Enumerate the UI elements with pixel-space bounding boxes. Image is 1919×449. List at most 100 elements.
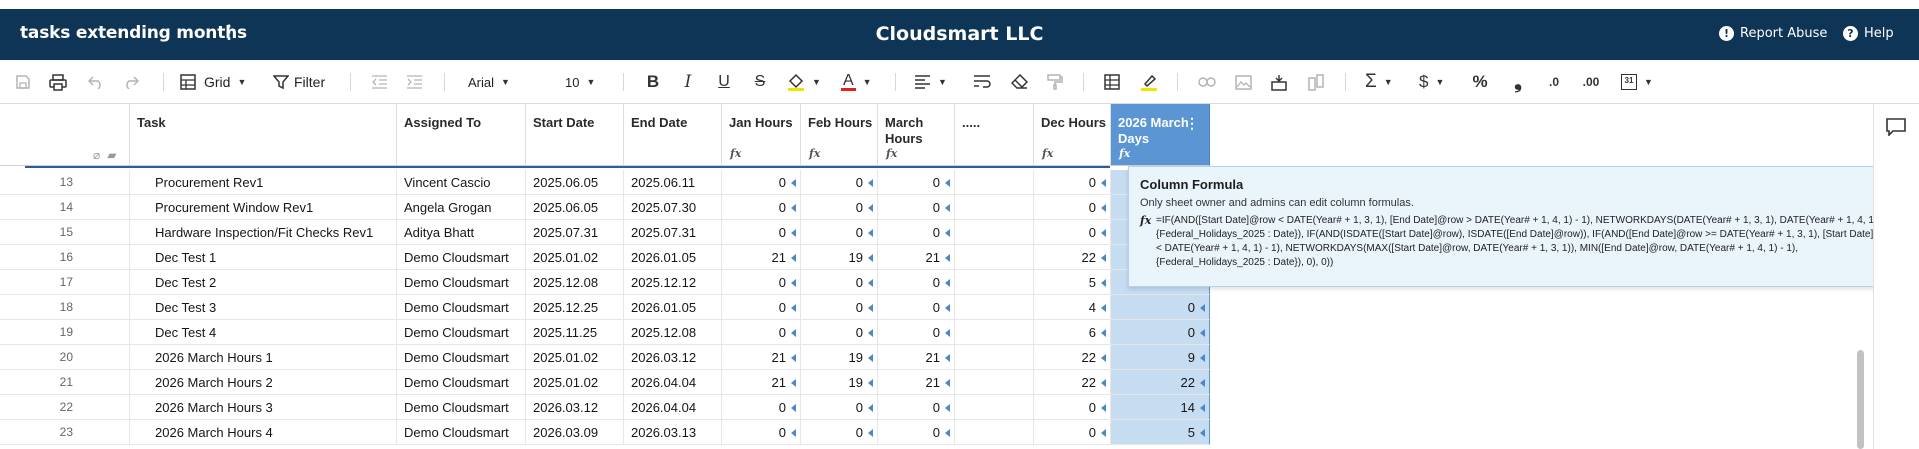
cell-dec[interactable]: 0: [1034, 420, 1111, 445]
cell-dots[interactable]: [955, 395, 1034, 420]
cell-march[interactable]: 0: [878, 270, 955, 295]
cell-start[interactable]: 2025.07.31: [526, 220, 624, 245]
cell-dots[interactable]: [955, 420, 1034, 445]
undo-button[interactable]: [85, 69, 107, 95]
cell-mar26[interactable]: 0: [1111, 295, 1210, 320]
row-number[interactable]: 15: [0, 220, 130, 245]
column-header-jan[interactable]: Jan Hours fx: [722, 104, 801, 166]
format-painter-button[interactable]: [1044, 69, 1066, 95]
row-number[interactable]: 14: [0, 195, 130, 220]
strikethrough-button[interactable]: S: [749, 69, 771, 95]
cell-feb[interactable]: 0: [801, 170, 878, 195]
align-button[interactable]: ▼: [914, 69, 954, 95]
column-header-end[interactable]: End Date: [624, 104, 722, 166]
table-row[interactable]: 16 Dec Test 1 Demo Cloudsmart 2025.01.02 202…: [0, 245, 1210, 270]
report-abuse-link[interactable]: ! Report Abuse: [1719, 26, 1827, 41]
redo-button[interactable]: [120, 69, 142, 95]
cell-end[interactable]: 2026.04.04: [624, 370, 722, 395]
cell-task[interactable]: Hardware Inspection/Fit Checks Rev1: [130, 220, 397, 245]
column-width-button[interactable]: [1305, 69, 1327, 95]
cell-jan[interactable]: 0: [722, 170, 801, 195]
cell-feb[interactable]: 19: [801, 245, 878, 270]
cell-end[interactable]: 2026.04.04: [624, 395, 722, 420]
outdent-button[interactable]: [368, 69, 390, 95]
cell-assigned[interactable]: Vincent Cascio: [397, 170, 526, 195]
cell-assigned[interactable]: Demo Cloudsmart: [397, 420, 526, 445]
cell-dots[interactable]: [955, 270, 1034, 295]
cell-feb[interactable]: 0: [801, 295, 878, 320]
cell-assigned[interactable]: Demo Cloudsmart: [397, 320, 526, 345]
cell-dots[interactable]: [955, 195, 1034, 220]
cell-assigned[interactable]: Demo Cloudsmart: [397, 245, 526, 270]
cell-start[interactable]: 2026.03.12: [526, 395, 624, 420]
cell-assigned[interactable]: Demo Cloudsmart: [397, 395, 526, 420]
row-number[interactable]: 18: [0, 295, 130, 320]
cell-feb[interactable]: 19: [801, 370, 878, 395]
cell-task[interactable]: Procurement Rev1: [130, 170, 397, 195]
cell-feb[interactable]: 0: [801, 320, 878, 345]
cell-end[interactable]: 2025.12.12: [624, 270, 722, 295]
row-number[interactable]: 23: [0, 420, 130, 445]
cell-jan[interactable]: 0: [722, 270, 801, 295]
help-link[interactable]: ? Help: [1843, 26, 1894, 41]
filter-button[interactable]: Filter: [273, 69, 335, 95]
cell-jan[interactable]: 0: [722, 320, 801, 345]
highlight-button[interactable]: [1138, 69, 1160, 95]
cell-task[interactable]: Dec Test 4: [130, 320, 397, 345]
cell-start[interactable]: 2025.01.02: [526, 370, 624, 395]
cell-march[interactable]: 21: [878, 370, 955, 395]
cell-end[interactable]: 2025.07.30: [624, 195, 722, 220]
cell-dec[interactable]: 5: [1034, 270, 1111, 295]
cell-task[interactable]: 2026 March Hours 1: [130, 345, 397, 370]
cell-mar26[interactable]: 9: [1111, 345, 1210, 370]
cell-jan[interactable]: 21: [722, 245, 801, 270]
table-row[interactable]: 20 2026 March Hours 1 Demo Cloudsmart 2025.…: [0, 345, 1210, 370]
cell-task[interactable]: 2026 March Hours 3: [130, 395, 397, 420]
cell-jan[interactable]: 0: [722, 295, 801, 320]
cell-dots[interactable]: [955, 370, 1034, 395]
cell-march[interactable]: 0: [878, 195, 955, 220]
table-row[interactable]: 21 2026 March Hours 2 Demo Cloudsmart 2025.…: [0, 370, 1210, 395]
table-row[interactable]: 17 Dec Test 2 Demo Cloudsmart 2025.12.08 202…: [0, 270, 1210, 295]
vertical-scrollbar[interactable]: [1857, 350, 1864, 449]
cell-dots[interactable]: [955, 220, 1034, 245]
row-height-button[interactable]: [1268, 69, 1290, 95]
cell-task[interactable]: 2026 March Hours 4: [130, 420, 397, 445]
cell-assigned[interactable]: Demo Cloudsmart: [397, 295, 526, 320]
cell-end[interactable]: 2026.03.12: [624, 345, 722, 370]
sheet-name[interactable]: tasks extending months: [20, 23, 247, 43]
currency-button[interactable]: $ ▼: [1419, 69, 1455, 95]
cell-feb[interactable]: 0: [801, 395, 878, 420]
cell-assigned[interactable]: Demo Cloudsmart: [397, 345, 526, 370]
column-header-mar26[interactable]: 2026 March Days fx ⋮: [1111, 104, 1210, 166]
cell-feb[interactable]: 0: [801, 420, 878, 445]
cell-dots[interactable]: [955, 245, 1034, 270]
cell-dec[interactable]: 4: [1034, 295, 1111, 320]
cell-jan[interactable]: 21: [722, 345, 801, 370]
cell-dec[interactable]: 0: [1034, 220, 1111, 245]
column-header-task[interactable]: Task: [130, 104, 397, 166]
text-color-button[interactable]: A ▼: [841, 69, 881, 95]
cell-task[interactable]: 2026 March Hours 2: [130, 370, 397, 395]
cell-task[interactable]: Dec Test 1: [130, 245, 397, 270]
image-button[interactable]: [1232, 69, 1254, 95]
cell-start[interactable]: 2025.12.25: [526, 295, 624, 320]
cell-jan[interactable]: 0: [722, 420, 801, 445]
cell-jan[interactable]: 0: [722, 220, 801, 245]
cell-march[interactable]: 0: [878, 170, 955, 195]
cell-task[interactable]: Dec Test 2: [130, 270, 397, 295]
table-row[interactable]: 22 2026 March Hours 3 Demo Cloudsmart 2026.…: [0, 395, 1210, 420]
cell-end[interactable]: 2025.06.11: [624, 170, 722, 195]
column-header-assigned[interactable]: Assigned To: [397, 104, 526, 166]
column-header-start[interactable]: Start Date: [526, 104, 624, 166]
cell-dots[interactable]: [955, 170, 1034, 195]
cell-dec[interactable]: 22: [1034, 245, 1111, 270]
table-row[interactable]: 19 Dec Test 4 Demo Cloudsmart 2025.11.25 202…: [0, 320, 1210, 345]
sum-button[interactable]: Σ ▼: [1365, 69, 1401, 95]
cell-start[interactable]: 2025.01.02: [526, 245, 624, 270]
cell-feb[interactable]: 0: [801, 195, 878, 220]
italic-button[interactable]: I: [677, 69, 699, 95]
cell-march[interactable]: 0: [878, 220, 955, 245]
cell-feb[interactable]: 0: [801, 270, 878, 295]
cell-dec[interactable]: 0: [1034, 170, 1111, 195]
